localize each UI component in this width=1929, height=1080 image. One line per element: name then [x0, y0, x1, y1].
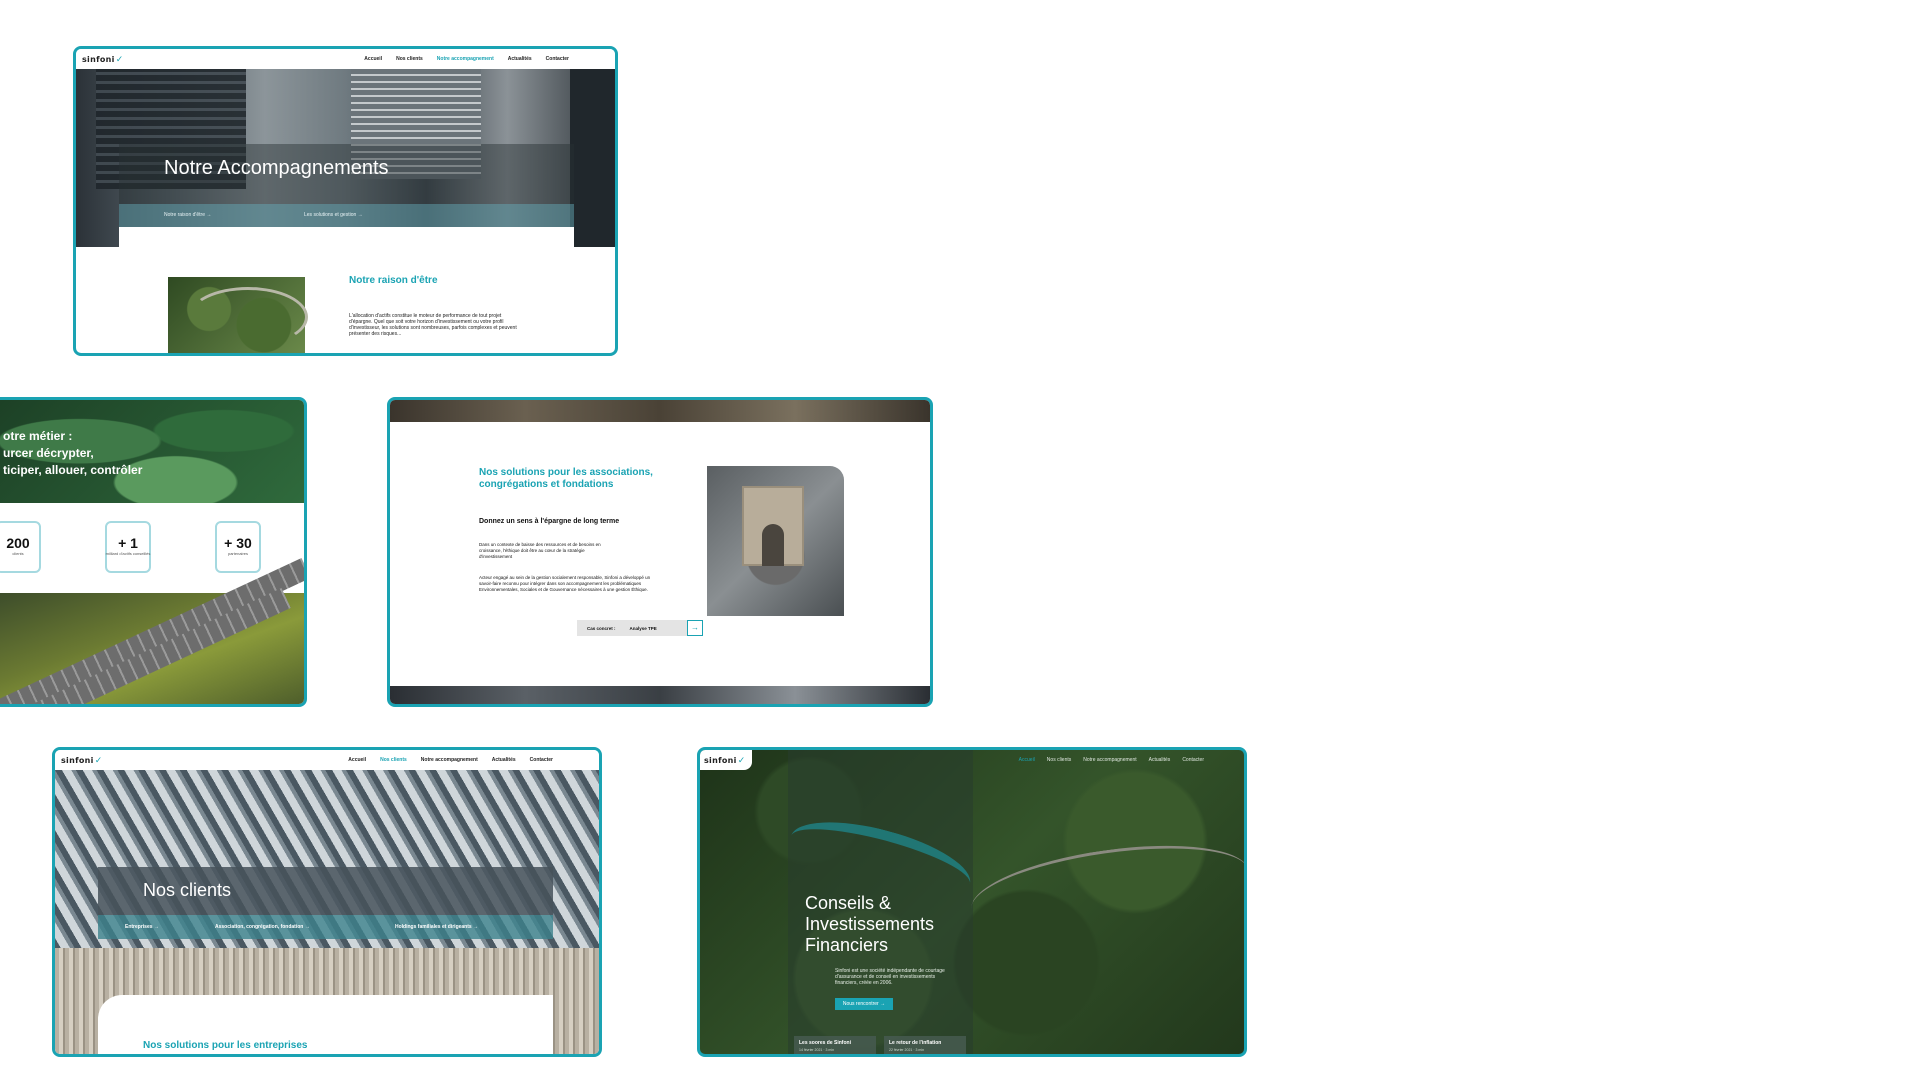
nav-nos-clients[interactable]: Nos clients: [396, 56, 423, 62]
nav-actualites[interactable]: Actualités: [492, 757, 516, 763]
nav-contacter[interactable]: Contacter: [546, 56, 569, 62]
news-title: Les soores de Sinfoni: [799, 1040, 851, 1046]
building-strip-image: [390, 686, 930, 704]
news-meta: 22 février 2021 · 3 min: [889, 1048, 925, 1052]
nav-actualites[interactable]: Actualités: [1149, 757, 1171, 763]
hero-text: Sinfoni est une société indépendante de …: [835, 968, 945, 986]
highway-forest-image: [0, 557, 304, 704]
solutions-paragraph-1: Dans un contexte de baisse des ressource…: [479, 542, 601, 559]
arrow-right-icon: →: [357, 212, 363, 218]
stat-clients: 200 clients: [0, 521, 53, 576]
nav-accompagnement[interactable]: Notre accompagnement: [1083, 757, 1136, 763]
section-title: Nos solutions pour les entreprises: [143, 1040, 308, 1051]
nav-accueil[interactable]: Accueil: [348, 757, 366, 763]
tab-holdings[interactable]: Holdings familiales et dirigeants →: [395, 924, 478, 930]
nav-nos-clients[interactable]: Nos clients: [380, 757, 407, 763]
screenshot-associations: Nos solutions pour les associations, con…: [387, 397, 933, 707]
logo-check-icon: ✓: [115, 53, 124, 64]
screenshot-metier: otre métier : urcer décrypter, ticiper, …: [0, 397, 307, 707]
case-label: Cas concret :: [587, 625, 616, 631]
news-card[interactable]: Les soores de Sinfoni 14 février 2021 · …: [794, 1036, 876, 1054]
news-meta: 14 février 2021 · 3 min: [799, 1048, 835, 1052]
hero-title: Conseils & Investissements Financiers: [805, 893, 935, 955]
nav-actualites[interactable]: Actualités: [508, 56, 532, 62]
nav-accompagnement[interactable]: Notre accompagnement: [421, 757, 478, 763]
screenshot-accompagnement: sinfoni ✓ Accueil Nos clients Notre accom…: [73, 46, 618, 356]
logo[interactable]: sinfoni: [704, 756, 737, 765]
stat-partenaires: + 30 partenaires: [203, 521, 273, 576]
nav-links: Accueil Nos clients Notre accompagnement…: [364, 56, 569, 62]
case-value: Analyse TPE: [629, 625, 657, 631]
arrow-right-icon: →: [206, 212, 212, 218]
logo-check-icon: ✓: [737, 754, 746, 765]
solutions-paragraph-2: Acteur engagé au sein de la gestion soci…: [479, 575, 651, 592]
nav-nos-clients[interactable]: Nos clients: [1047, 757, 1071, 763]
section-text: L'allocation d'actifs constitue le moteu…: [349, 313, 517, 337]
logo-box: sinfoni ✓: [700, 750, 752, 770]
forest-road-image: [168, 277, 308, 353]
solutions-subtitle: Donnez un sens à l'épargne de long terme: [479, 518, 620, 525]
hero-title: Nos clients: [143, 880, 232, 900]
news-title: Le retour de l'inflation: [889, 1040, 942, 1046]
tab-entreprises[interactable]: Entreprises →: [125, 924, 159, 930]
arc-de-triomphe-image: [707, 466, 844, 616]
news-card[interactable]: Le retour de l'inflation 22 février 2021…: [884, 1036, 966, 1054]
logo[interactable]: sinfoni: [82, 55, 115, 64]
nav-contacter[interactable]: Contacter: [530, 757, 553, 763]
stat-actifs: + 1 milliard d'actifs conseillés: [93, 521, 163, 576]
screenshot-nos-clients: sinfoni ✓ Accueil Nos clients Notre accom…: [52, 747, 602, 1057]
section-title: Notre raison d'être: [349, 275, 438, 286]
nav-links: Accueil Nos clients Notre accompagnement…: [1019, 757, 1204, 763]
screenshot-home: sinfoni ✓ Accueil Nos clients Notre accom…: [697, 747, 1247, 1057]
meet-us-button[interactable]: Nous rencontrer →: [835, 998, 893, 1010]
nav-links: Accueil Nos clients Notre accompagnement…: [348, 757, 553, 763]
hero-subnav: [98, 915, 553, 939]
nav-accompagnement[interactable]: Notre accompagnement: [437, 56, 494, 62]
metier-heading: otre métier : urcer décrypter, ticiper, …: [3, 429, 143, 477]
nav-accueil[interactable]: Accueil: [1019, 757, 1035, 763]
nav-contacter[interactable]: Contacter: [1182, 757, 1204, 763]
solutions-title: Nos solutions pour les associations, con…: [479, 467, 653, 490]
forest-road: [965, 830, 1244, 950]
subnav-raison-link[interactable]: Notre raison d'être →: [164, 212, 211, 218]
subnav-solutions-link[interactable]: Les solutions et gestion →: [304, 212, 363, 218]
hero-title: Notre Accompagnements: [164, 157, 389, 179]
city-strip-image: [390, 400, 930, 422]
case-arrow-button[interactable]: →: [687, 620, 703, 636]
tab-associations[interactable]: Association, congrégation, fondation →: [215, 924, 310, 930]
logo[interactable]: sinfoni: [61, 756, 94, 765]
navbar: sinfoni ✓ Accueil Nos clients Notre accom…: [55, 750, 599, 770]
case-study-bar[interactable]: Cas concret : Analyse TPE: [577, 620, 687, 636]
logo-check-icon: ✓: [94, 754, 103, 765]
nav-accueil[interactable]: Accueil: [364, 56, 382, 62]
navbar: sinfoni ✓ Accueil Nos clients Notre accom…: [76, 49, 615, 69]
